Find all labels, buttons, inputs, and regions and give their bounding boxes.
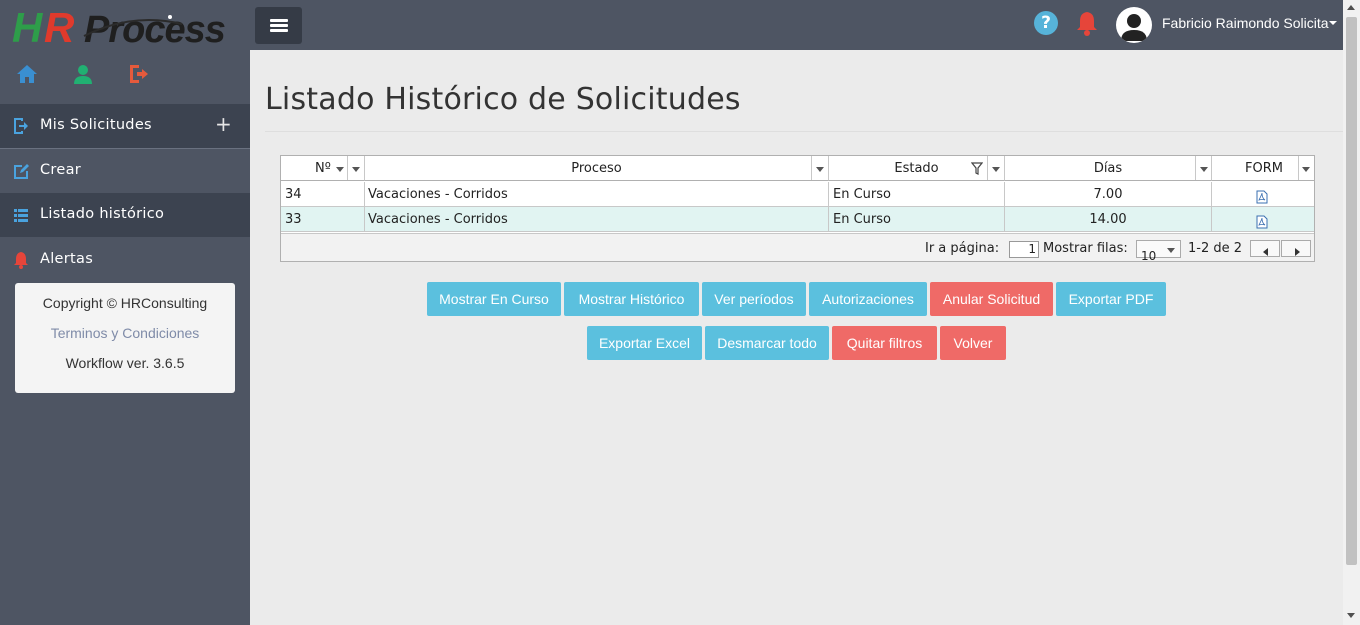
- sidebar-item-mis-solicitudes[interactable]: Mis Solicitudes +: [0, 104, 250, 148]
- exportar-excel-button[interactable]: Exportar Excel: [587, 326, 702, 360]
- cell-num: 33: [281, 207, 365, 232]
- column-header-form[interactable]: FORM: [1212, 156, 1314, 181]
- sign-in-icon: [13, 117, 29, 135]
- requests-grid: Nº Proceso Estado Días FORM 34 Vacacione…: [280, 155, 1315, 263]
- page-scrollbar[interactable]: [1343, 0, 1360, 625]
- anular-solicitud-button[interactable]: Anular Solicitud: [930, 282, 1053, 316]
- desmarcar-todo-button[interactable]: Desmarcar todo: [705, 326, 829, 360]
- version-text: Workflow ver. 3.6.5: [65, 355, 185, 371]
- logout-icon[interactable]: [126, 62, 150, 88]
- chevron-right-icon: [1295, 248, 1300, 256]
- edit-icon: [13, 162, 29, 180]
- page-number-input[interactable]: 1: [1009, 241, 1039, 258]
- notifications-bell-icon[interactable]: [1076, 10, 1098, 36]
- exportar-pdf-button[interactable]: Exportar PDF: [1056, 282, 1166, 316]
- svg-text:H: H: [12, 4, 44, 48]
- svg-text:Process: Process: [84, 9, 225, 48]
- page-range-text: 1-2 de 2: [1188, 241, 1243, 256]
- ver-periodos-button[interactable]: Ver períodos: [702, 282, 806, 316]
- home-icon[interactable]: [15, 62, 39, 88]
- mostrar-en-curso-button[interactable]: Mostrar En Curso: [427, 282, 561, 316]
- sidebar: H R Process Mis Solicitudes + Crear List…: [0, 0, 250, 625]
- column-menu-caret-icon[interactable]: [992, 167, 1000, 172]
- user-menu[interactable]: Fabricio Raimondo Solicita: [1162, 15, 1329, 31]
- bell-icon: [13, 251, 29, 269]
- pdf-icon[interactable]: [1256, 213, 1268, 231]
- cell-proceso: Vacaciones - Corridos: [365, 207, 829, 232]
- rows-per-page-select[interactable]: 10: [1136, 240, 1181, 263]
- sort-caret-icon[interactable]: [336, 167, 344, 172]
- user-icon[interactable]: [71, 62, 95, 88]
- scroll-down-arrow-icon[interactable]: [1347, 613, 1355, 618]
- cell-num: 34: [281, 182, 365, 207]
- cell-proceso: Vacaciones - Corridos: [365, 182, 829, 207]
- column-header-num[interactable]: Nº: [281, 156, 365, 181]
- scroll-up-arrow-icon[interactable]: [1347, 5, 1355, 10]
- sidebar-item-label: Alertas: [40, 251, 94, 267]
- sidebar-item-label: Listado histórico: [40, 206, 165, 222]
- chevron-left-icon: [1263, 248, 1268, 256]
- rows-per-page-label: Mostrar filas:: [1043, 241, 1128, 256]
- divider: [265, 131, 1343, 132]
- svg-text:R: R: [44, 4, 75, 48]
- copyright-text: Copyright © HRConsulting: [42, 295, 208, 311]
- sidebar-item-crear[interactable]: Crear: [0, 149, 250, 193]
- column-menu-caret-icon[interactable]: [1302, 167, 1310, 172]
- menu-toggle-button[interactable]: [255, 7, 302, 44]
- copyright-box: Copyright © HRConsulting Terminos y Cond…: [15, 283, 235, 393]
- chevron-down-icon[interactable]: [1329, 21, 1337, 25]
- prev-page-button[interactable]: [1250, 240, 1280, 257]
- column-header-proceso[interactable]: Proceso: [365, 156, 829, 181]
- grid-pager: Ir a página: 1 Mostrar filas: 10 1-2 de …: [281, 233, 1314, 263]
- column-menu-caret-icon[interactable]: [1200, 167, 1208, 172]
- quick-icons: [0, 60, 250, 92]
- volver-button[interactable]: Volver: [940, 326, 1006, 360]
- cell-estado: En Curso: [829, 207, 1005, 232]
- page-title: Listado Histórico de Solicitudes: [265, 82, 741, 117]
- cell-estado: En Curso: [829, 182, 1005, 207]
- column-header-estado[interactable]: Estado: [829, 156, 1005, 181]
- quitar-filtros-button[interactable]: Quitar filtros: [832, 326, 937, 360]
- list-icon: [13, 206, 29, 224]
- sidebar-item-alertas[interactable]: Alertas: [0, 238, 250, 282]
- next-page-button[interactable]: [1281, 240, 1311, 257]
- mostrar-historico-button[interactable]: Mostrar Histórico: [564, 282, 699, 316]
- cell-form: [1212, 182, 1314, 207]
- column-header-dias[interactable]: Días: [1005, 156, 1212, 181]
- sidebar-item-label: Crear: [40, 162, 82, 178]
- pdf-icon[interactable]: [1256, 188, 1268, 206]
- column-menu-caret-icon[interactable]: [816, 167, 824, 172]
- cell-dias: 14.00: [1005, 207, 1212, 232]
- terms-link[interactable]: Terminos y Condiciones: [15, 325, 235, 341]
- cell-dias: 7.00: [1005, 182, 1212, 207]
- scrollbar-thumb[interactable]: [1346, 17, 1357, 565]
- top-bar: ? Fabricio Raimondo Solicita: [250, 0, 1360, 50]
- expand-plus-icon[interactable]: +: [215, 112, 232, 136]
- avatar[interactable]: [1116, 7, 1152, 43]
- hrprocess-logo[interactable]: H R Process: [12, 4, 238, 48]
- goto-page-label: Ir a página:: [925, 241, 1000, 256]
- cell-form: [1212, 207, 1314, 232]
- sidebar-item-listado-historico[interactable]: Listado histórico: [0, 193, 250, 237]
- help-icon[interactable]: ?: [1034, 11, 1058, 35]
- autorizaciones-button[interactable]: Autorizaciones: [809, 282, 927, 316]
- filter-icon[interactable]: [970, 156, 984, 180]
- column-menu-caret-icon[interactable]: [352, 167, 360, 172]
- sidebar-item-label: Mis Solicitudes: [40, 117, 152, 133]
